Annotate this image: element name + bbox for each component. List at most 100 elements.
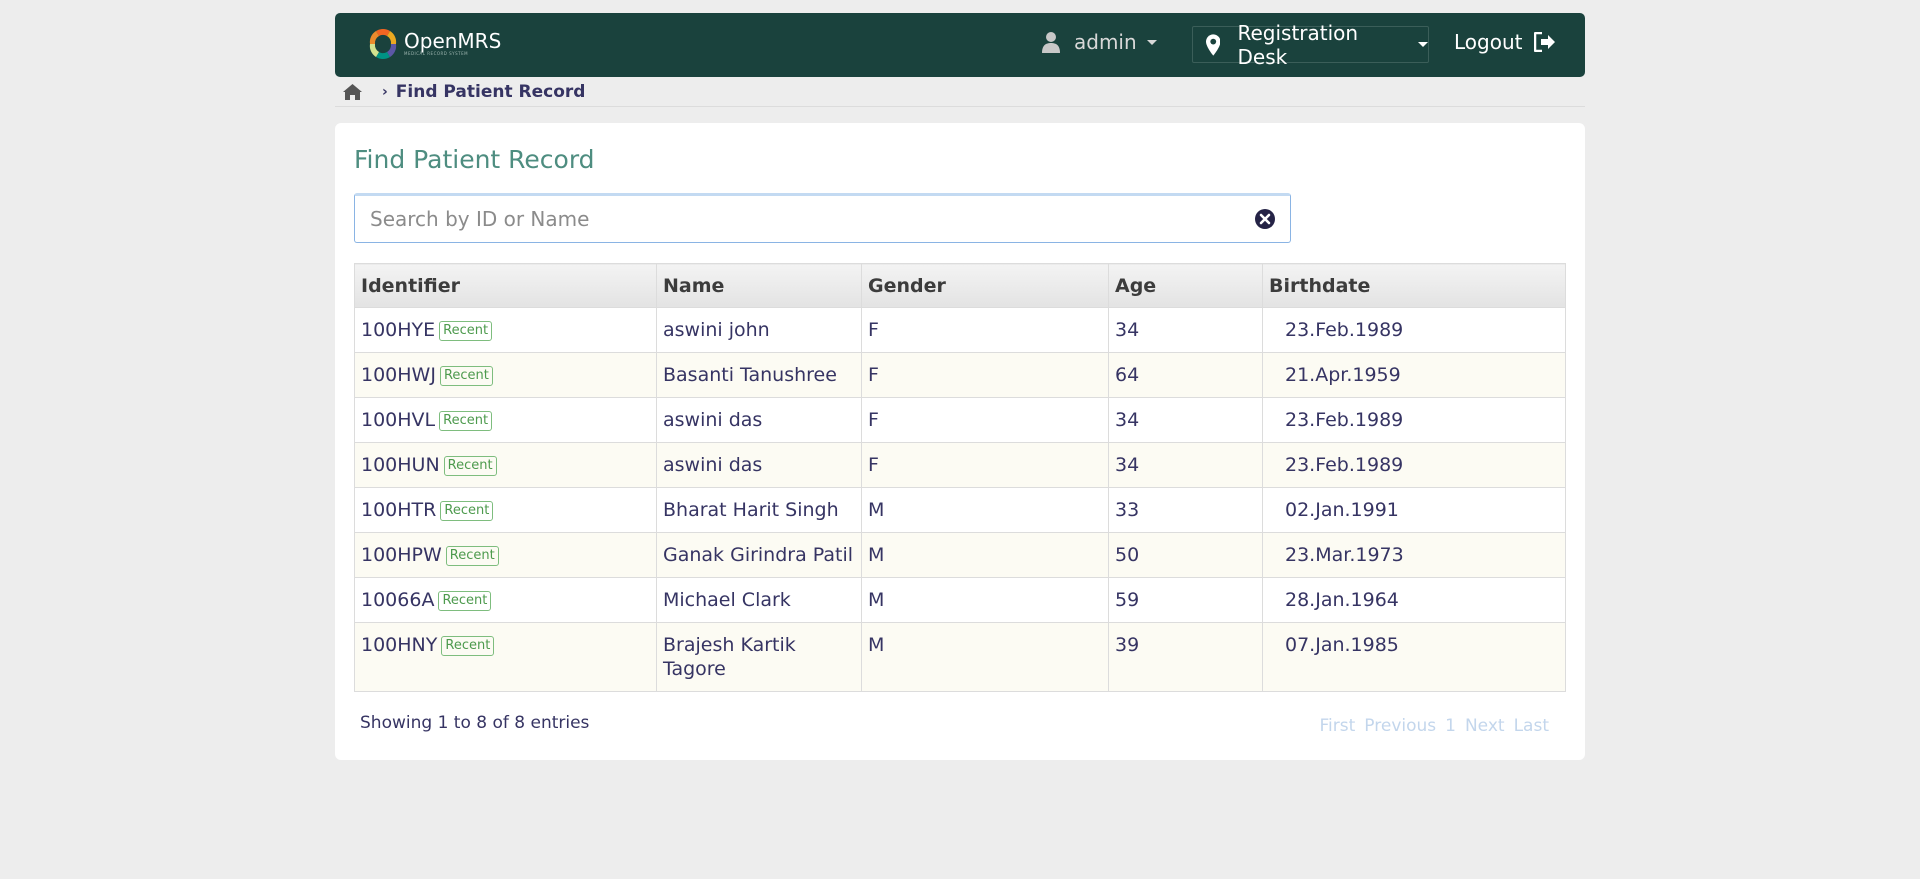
cell-gender: F <box>861 442 1109 488</box>
table-row[interactable]: 100HNY Recent Brajesh Kartik Tagore M 39 … <box>354 622 1566 692</box>
cell-identifier: 10066A Recent <box>354 577 657 623</box>
table-info: Showing 1 to 8 of 8 entries <box>360 713 590 733</box>
cell-name: Basanti Tanushree <box>656 352 862 398</box>
cell-name: Michael Clark <box>656 577 862 623</box>
cell-birthdate: 07.Jan.1985 <box>1262 622 1566 692</box>
cell-gender: M <box>861 487 1109 533</box>
cell-name: Bharat Harit Singh <box>656 487 862 533</box>
table-row[interactable]: 100HTR Recent Bharat Harit Singh M 33 02.… <box>354 487 1566 533</box>
breadcrumb-current: Find Patient Record <box>395 81 586 102</box>
user-menu[interactable]: admin <box>1042 30 1157 54</box>
cell-birthdate: 02.Jan.1991 <box>1262 487 1566 533</box>
page-title: Find Patient Record <box>354 145 595 174</box>
cell-age: 33 <box>1108 487 1263 533</box>
clear-icon[interactable] <box>1254 208 1276 230</box>
cell-identifier: 100HYE Recent <box>354 307 657 353</box>
cell-age: 64 <box>1108 352 1263 398</box>
cell-gender: F <box>861 397 1109 443</box>
recent-badge: Recent <box>443 456 497 476</box>
breadcrumb: › Find Patient Record <box>335 77 1585 107</box>
recent-badge: Recent <box>439 321 493 341</box>
cell-gender: M <box>861 532 1109 578</box>
cell-identifier: 100HUN Recent <box>354 442 657 488</box>
cell-age: 34 <box>1108 442 1263 488</box>
cell-identifier: 100HWJ Recent <box>354 352 657 398</box>
cell-birthdate: 28.Jan.1964 <box>1262 577 1566 623</box>
table-header-row: Identifier Name Gender Age Birthdate <box>354 263 1566 308</box>
username-label: admin <box>1074 30 1137 54</box>
table-row[interactable]: 100HWJ Recent Basanti Tanushree F 64 21.A… <box>354 352 1566 398</box>
pager-page-1[interactable]: 1 <box>1445 716 1456 736</box>
table-row[interactable]: 100HPW Recent Ganak Girindra Patil M 50 2… <box>354 532 1566 578</box>
cell-name: aswini das <box>656 397 862 443</box>
column-header-birthdate[interactable]: Birthdate <box>1262 263 1566 308</box>
table-row[interactable]: 100HUN Recent aswini das F 34 23.Feb.1989 <box>354 442 1566 488</box>
cell-identifier: 100HVL Recent <box>354 397 657 443</box>
logo-title: OpenMRS <box>404 29 502 53</box>
cell-identifier: 100HPW Recent <box>354 532 657 578</box>
sign-out-icon <box>1534 32 1556 52</box>
cell-name: aswini john <box>656 307 862 353</box>
cell-birthdate: 21.Apr.1959 <box>1262 352 1566 398</box>
app-container: OpenMRS MEDICAL RECORD SYSTEM admin Regi… <box>335 13 1585 760</box>
table-row[interactable]: 10066A Recent Michael Clark M 59 28.Jan.1… <box>354 577 1566 623</box>
chevron-down-icon <box>1146 39 1157 45</box>
column-header-age[interactable]: Age <box>1108 263 1263 308</box>
identifier-text: 100HUN <box>361 454 440 476</box>
cell-age: 34 <box>1108 397 1263 443</box>
logout-label: Logout <box>1454 30 1523 54</box>
pager-last[interactable]: Last <box>1514 716 1549 736</box>
identifier-text: 100HNY <box>361 634 438 656</box>
home-icon[interactable] <box>343 83 362 100</box>
column-header-name[interactable]: Name <box>656 263 862 308</box>
recent-badge: Recent <box>439 411 493 431</box>
openmrs-logo-icon <box>369 28 397 60</box>
location-label: Registration Desk <box>1237 20 1359 69</box>
pagination: First Previous 1 Next Last <box>1320 716 1549 736</box>
openmrs-logo[interactable]: OpenMRS MEDICAL RECORD SYSTEM <box>366 27 501 61</box>
identifier-text: 100HTR <box>361 499 437 521</box>
table-row[interactable]: 100HYE Recent aswini john F 34 23.Feb.198… <box>354 307 1566 353</box>
recent-badge: Recent <box>438 591 492 611</box>
identifier-text: 100HPW <box>361 544 442 566</box>
column-header-identifier[interactable]: Identifier <box>354 263 657 308</box>
cell-name: aswini das <box>656 442 862 488</box>
main-panel: Find Patient Record Identifier Name Gend… <box>335 123 1585 760</box>
chevron-right-icon: › <box>382 83 388 100</box>
pager-next[interactable]: Next <box>1465 716 1505 736</box>
cell-gender: M <box>861 577 1109 623</box>
identifier-text: 100HVL <box>361 409 436 431</box>
user-icon <box>1042 32 1060 53</box>
chevron-down-icon <box>1418 42 1428 47</box>
cell-age: 34 <box>1108 307 1263 353</box>
pager-first[interactable]: First <box>1320 716 1356 736</box>
recent-badge: Recent <box>439 366 493 386</box>
cell-birthdate: 23.Feb.1989 <box>1262 397 1566 443</box>
cell-birthdate: 23.Feb.1989 <box>1262 307 1566 353</box>
table-row[interactable]: 100HVL Recent aswini das F 34 23.Feb.1989 <box>354 397 1566 443</box>
patient-table: Identifier Name Gender Age Birthdate 100… <box>354 263 1566 692</box>
recent-badge: Recent <box>440 501 494 521</box>
cell-birthdate: 23.Mar.1973 <box>1262 532 1566 578</box>
recent-badge: Recent <box>445 546 499 566</box>
recent-badge: Recent <box>441 636 495 656</box>
cell-gender: F <box>861 352 1109 398</box>
cell-identifier: 100HTR Recent <box>354 487 657 533</box>
location-menu[interactable]: Registration Desk <box>1192 21 1429 69</box>
cell-name: Ganak Girindra Patil <box>656 532 862 578</box>
pager-previous[interactable]: Previous <box>1364 716 1436 736</box>
logout-link[interactable]: Logout <box>1454 30 1556 54</box>
search-input[interactable] <box>370 207 1254 231</box>
cell-birthdate: 23.Feb.1989 <box>1262 442 1566 488</box>
cell-age: 50 <box>1108 532 1263 578</box>
cell-name: Brajesh Kartik Tagore <box>656 622 862 692</box>
cell-gender: M <box>861 622 1109 692</box>
search-box <box>354 193 1291 243</box>
identifier-text: 100HYE <box>361 319 436 341</box>
cell-identifier: 100HNY Recent <box>354 622 657 692</box>
column-header-gender[interactable]: Gender <box>861 263 1109 308</box>
top-header: OpenMRS MEDICAL RECORD SYSTEM admin Regi… <box>335 13 1585 77</box>
cell-gender: F <box>861 307 1109 353</box>
cell-age: 39 <box>1108 622 1263 692</box>
identifier-text: 100HWJ <box>361 364 436 386</box>
